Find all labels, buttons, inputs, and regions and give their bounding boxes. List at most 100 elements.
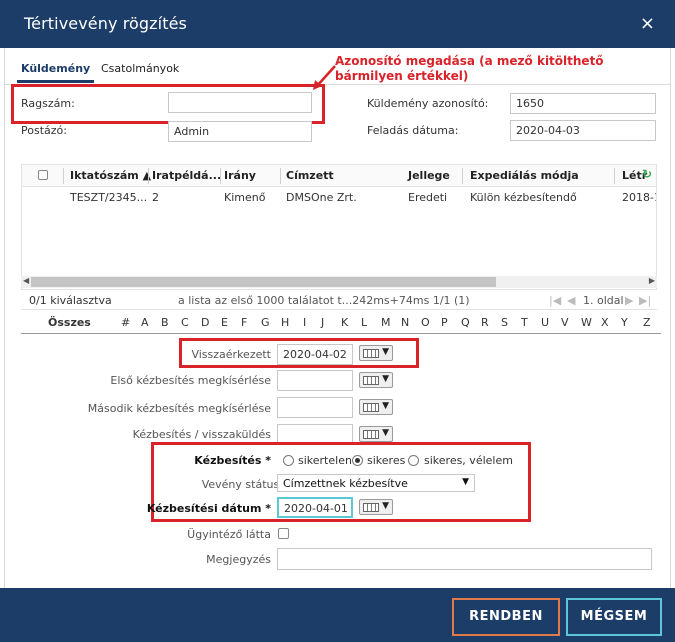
- calendar-icon[interactable]: ▼: [359, 345, 393, 361]
- first-page-icon[interactable]: |◀: [549, 294, 561, 307]
- ugyintezo-latta-checkbox[interactable]: [278, 528, 289, 539]
- annotation-top-note: Azonosító megadása (a mező kitölthető bá…: [335, 54, 604, 83]
- radio-sikeres[interactable]: [352, 455, 363, 466]
- veveny-statusz-select[interactable]: Címzettnek kézbesítve ▼: [277, 474, 475, 492]
- alpha-letter[interactable]: S: [501, 316, 508, 329]
- scroll-left-icon[interactable]: ◀: [23, 276, 29, 285]
- radio-sikeres-label: sikeres: [367, 454, 406, 467]
- next-page-icon[interactable]: ▶: [625, 294, 633, 307]
- alphabet-filter: Összes # A B C D E F G H I J K L M N O P…: [21, 314, 661, 334]
- radio-sikeres-velelem[interactable]: [408, 455, 419, 466]
- elso-kezbesites-input[interactable]: [277, 370, 353, 391]
- kezbesitesi-datum-input[interactable]: 2020-04-01: [277, 497, 353, 518]
- alpha-letter[interactable]: T: [521, 316, 528, 329]
- dialog-footer: RENDBEN MÉGSEM: [0, 588, 675, 642]
- grid-horizontal-scrollbar[interactable]: ◀ ▶: [21, 276, 657, 288]
- alpha-letter[interactable]: I: [303, 316, 306, 329]
- col-irany[interactable]: Irány: [224, 169, 256, 182]
- visszaerkezett-input[interactable]: 2020-04-02: [277, 344, 353, 365]
- alpha-letter[interactable]: Y: [621, 316, 628, 329]
- tab-csatolmanyok[interactable]: Csatolmányok: [101, 62, 179, 75]
- visszaerkezett-label: Visszaérkezett: [191, 348, 271, 361]
- alpha-letter[interactable]: K: [341, 316, 348, 329]
- radio-sikeres-velelem-label: sikeres, vélelem: [424, 454, 513, 467]
- alpha-letter[interactable]: C: [181, 316, 189, 329]
- kezbesitesi-datum-label: Kézbesítési dátum *: [146, 502, 271, 515]
- alpha-letter[interactable]: W: [581, 316, 592, 329]
- pager-info: a lista az első 1000 találatot t...242ms…: [178, 294, 470, 307]
- close-icon[interactable]: ×: [640, 13, 655, 34]
- calendar-icon[interactable]: ▼: [359, 426, 393, 442]
- alpha-letter[interactable]: E: [221, 316, 228, 329]
- alpha-letter[interactable]: L: [361, 316, 367, 329]
- alpha-letter[interactable]: M: [381, 316, 391, 329]
- col-expedialas-modja[interactable]: Expediálás módja: [470, 169, 579, 182]
- alpha-letter[interactable]: P: [441, 316, 448, 329]
- cell-jellege: Eredeti: [408, 191, 448, 204]
- feladas-datuma-input[interactable]: 2020-04-03: [510, 120, 656, 141]
- col-separator: [280, 168, 281, 184]
- col-separator: [462, 168, 463, 184]
- megjegyzes-label: Megjegyzés: [206, 553, 271, 566]
- scroll-right-icon[interactable]: ▶: [649, 276, 655, 285]
- tertiveveny-dialog: Tértivevény rögzítés × Küldemény Csatolm…: [0, 0, 675, 642]
- alpha-letter[interactable]: X: [601, 316, 609, 329]
- kuldemeny-azonosito-label: Küldemény azonosító:: [367, 97, 489, 110]
- refresh-icon[interactable]: ↻: [642, 167, 652, 181]
- alpha-all[interactable]: Összes: [48, 316, 91, 329]
- ragszam-label: Ragszám:: [21, 97, 75, 110]
- last-page-icon[interactable]: ▶|: [639, 294, 651, 307]
- selected-count: 0/1 kiválasztva: [29, 294, 112, 307]
- megsem-button[interactable]: MÉGSEM: [566, 598, 662, 636]
- col-iratpeldany[interactable]: Iratpéldá...: [152, 169, 221, 182]
- alpha-letter[interactable]: B: [161, 316, 169, 329]
- col-separator: [220, 168, 221, 184]
- cell-cimzett: DMSOne Zrt.: [286, 191, 357, 204]
- dialog-titlebar: Tértivevény rögzítés ×: [0, 0, 675, 48]
- alpha-letter[interactable]: V: [561, 316, 569, 329]
- cell-irany: Kimenő: [224, 191, 266, 204]
- col-jellege[interactable]: Jellege: [408, 169, 450, 182]
- alpha-letter[interactable]: N: [401, 316, 409, 329]
- alpha-letter[interactable]: D: [201, 316, 209, 329]
- prev-page-icon[interactable]: ◀: [567, 294, 575, 307]
- cell-iktatoszam: TESZT/2345...: [70, 191, 148, 204]
- col-separator: [148, 168, 149, 184]
- kezbesites-visszakuldes-label: Kézbesítés / visszaküldés: [132, 428, 271, 441]
- kezbesites-label: Kézbesítés *: [194, 454, 271, 467]
- calendar-icon[interactable]: ▼: [359, 499, 393, 515]
- radio-sikertelen[interactable]: [283, 455, 294, 466]
- masodik-kezbesites-input[interactable]: [277, 397, 353, 418]
- calendar-icon[interactable]: ▼: [359, 399, 393, 415]
- cell-expedialas-modja: Külön kézbesítendő: [470, 191, 577, 204]
- select-all-checkbox[interactable]: [38, 170, 48, 180]
- dialog-body: Küldemény Csatolmányok Azonosító megadás…: [4, 48, 671, 588]
- alpha-letter[interactable]: F: [241, 316, 247, 329]
- rendben-button[interactable]: RENDBEN: [452, 598, 560, 636]
- alpha-letter[interactable]: J: [321, 316, 324, 329]
- alpha-letter[interactable]: Z: [643, 316, 651, 329]
- dialog-title: Tértivevény rögzítés: [24, 14, 187, 33]
- kuldemeny-azonosito-input[interactable]: 1650: [510, 93, 656, 114]
- alpha-letter[interactable]: U: [541, 316, 549, 329]
- grid-pager: 0/1 kiválasztva a lista az első 1000 tal…: [21, 292, 657, 310]
- tab-kuldemeny[interactable]: Küldemény: [16, 62, 95, 83]
- page-number: 1. oldal: [583, 294, 624, 307]
- alpha-letter[interactable]: O: [421, 316, 430, 329]
- postazo-input[interactable]: Admin: [168, 121, 312, 142]
- alpha-letter[interactable]: Q: [461, 316, 470, 329]
- alpha-letter[interactable]: H: [281, 316, 289, 329]
- scroll-thumb[interactable]: [31, 277, 496, 287]
- alpha-letter[interactable]: #: [121, 316, 130, 329]
- alpha-letter[interactable]: R: [481, 316, 489, 329]
- col-iktatoszam[interactable]: Iktatószám ▲: [70, 169, 151, 182]
- masodik-kezbesites-label: Második kézbesítés megkísérlése: [87, 402, 271, 415]
- alpha-letter[interactable]: G: [261, 316, 270, 329]
- calendar-icon[interactable]: ▼: [359, 372, 393, 388]
- megjegyzes-input[interactable]: [277, 548, 652, 570]
- radio-sikertelen-label: sikertelen: [298, 454, 352, 467]
- alpha-letter[interactable]: A: [141, 316, 149, 329]
- ragszam-input[interactable]: [168, 92, 312, 113]
- veveny-statusz-label: Vevény státusz: [201, 478, 285, 491]
- col-cimzett[interactable]: Címzett: [286, 169, 334, 182]
